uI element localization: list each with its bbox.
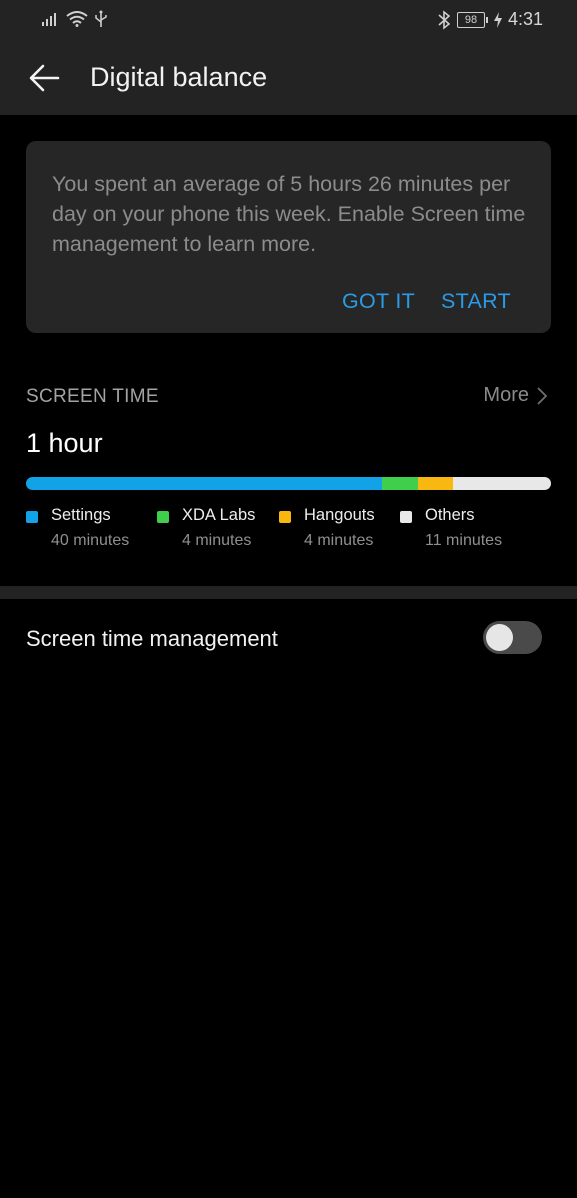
usage-bar [26, 477, 551, 490]
signal-icon [42, 13, 56, 26]
more-label: More [483, 384, 529, 406]
status-right-icons: 98 4:31 [437, 9, 543, 30]
legend-app-minutes: 4 minutes [182, 532, 252, 549]
legend-app-name: XDA Labs [182, 506, 256, 524]
usb-icon [95, 10, 107, 27]
status-bar: 98 4:31 [0, 0, 577, 40]
legend-app-minutes: 4 minutes [304, 532, 374, 549]
clock: 4:31 [507, 9, 543, 29]
wifi-icon [66, 11, 88, 27]
usage-segment-xda-labs [381, 477, 418, 490]
usage-notice-card: You spent an average of 5 hours 26 minut… [26, 141, 551, 333]
page-title: Digital balance [90, 62, 268, 92]
start-button[interactable]: START [441, 289, 511, 314]
notice-text: You spent an average of 5 hours 26 minut… [52, 172, 526, 256]
total-screen-time: 1 hour [26, 428, 103, 458]
usage-segment-settings [26, 477, 382, 490]
app-bar: Digital balance [0, 40, 577, 115]
charging-icon [493, 11, 502, 28]
legend-app-name: Others [425, 506, 475, 524]
legend-app-minutes: 40 minutes [51, 532, 130, 549]
arrow-left-icon [29, 64, 60, 92]
legend-app-name: Hangouts [304, 506, 375, 524]
legend-app-name: Settings [51, 506, 111, 524]
legend-color-swatch [157, 511, 169, 523]
chevron-right-icon [537, 386, 547, 405]
battery-level: 98 [456, 11, 485, 28]
legend-color-swatch [279, 511, 291, 523]
usage-segment-others [453, 477, 551, 490]
battery-icon: 98 [456, 11, 488, 28]
legend-app-minutes: 11 minutes [425, 532, 503, 549]
back-button[interactable] [24, 58, 64, 98]
legend-color-swatch [400, 511, 412, 523]
status-left-icons [42, 10, 108, 28]
screen-time-management-label: Screen time management [26, 626, 278, 651]
usage-segment-hangouts [417, 477, 454, 490]
legend-color-swatch [26, 511, 38, 523]
more-link[interactable]: More [483, 384, 547, 407]
bluetooth-icon [438, 9, 451, 30]
got-it-button[interactable]: GOT IT [342, 289, 415, 314]
screen-time-heading: SCREEN TIME [26, 386, 159, 407]
section-divider [0, 586, 577, 599]
toggle-knob [486, 624, 513, 651]
screen-time-management-toggle[interactable] [483, 621, 542, 654]
